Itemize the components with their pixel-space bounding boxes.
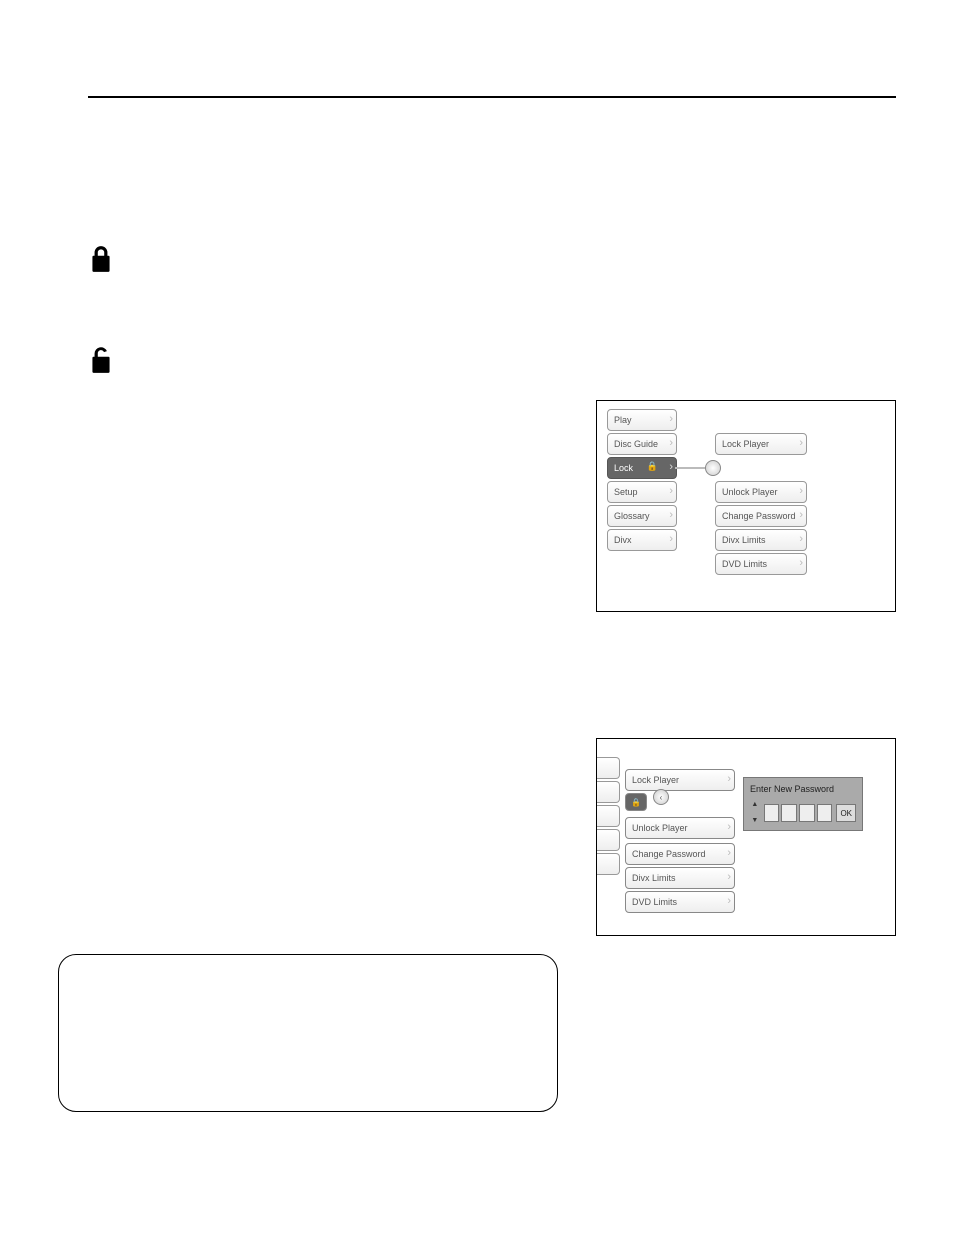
menu-item-label: Disc Guide	[614, 439, 658, 449]
lock-closed-icon	[88, 244, 114, 279]
lock-closed-icon: 🔒	[647, 461, 658, 472]
submenu-item-divx-limits[interactable]: Divx Limits›	[715, 529, 807, 551]
menu-stub	[597, 781, 620, 803]
menu-item-label: Play	[614, 415, 632, 425]
note-box	[58, 954, 558, 1112]
submenu-item-lock-player[interactable]: Lock Player›	[625, 769, 735, 791]
menu-stub	[597, 757, 620, 779]
submenu-item-label: Unlock Player	[722, 487, 778, 497]
popup-title: Enter New Password	[750, 784, 856, 794]
submenu-item-unlock-player[interactable]: Unlock Player›	[715, 481, 807, 503]
menu-item-divx[interactable]: Divx›	[607, 529, 677, 551]
submenu-item-label: Lock Player	[632, 775, 679, 785]
lock-menu-screenshot: Play› Disc Guide› Lock🔒› Setup› Glossary…	[596, 400, 896, 612]
submenu-item-label: DVD Limits	[632, 897, 677, 907]
menu-stub	[597, 829, 620, 851]
password-digit-input[interactable]	[764, 804, 780, 822]
submenu-item-lock-player[interactable]: Lock Player›	[715, 433, 807, 455]
menu-stub	[597, 853, 620, 875]
menu-connector-node	[705, 460, 721, 476]
submenu-item-unlock-player[interactable]: Unlock Player›	[625, 817, 735, 839]
chevron-up-icon: ▲	[750, 802, 760, 808]
menu-item-label: Lock	[614, 463, 633, 473]
horizontal-rule	[88, 96, 896, 98]
password-digit-input[interactable]	[799, 804, 815, 822]
submenu-item-label: Divx Limits	[722, 535, 766, 545]
menu-item-lock[interactable]: Lock🔒›	[607, 457, 677, 479]
menu-item-label: Setup	[614, 487, 638, 497]
submenu-item-divx-limits[interactable]: Divx Limits›	[625, 867, 735, 889]
submenu-item-change-password[interactable]: Change Password›	[715, 505, 807, 527]
menu-connector-line	[675, 467, 705, 469]
password-spinner[interactable]: ▲▼	[750, 802, 760, 824]
menu-item-label: Glossary	[614, 511, 650, 521]
submenu-item-label: Unlock Player	[632, 823, 688, 833]
chevron-down-icon: ▼	[750, 818, 760, 824]
menu-item-play[interactable]: Play›	[607, 409, 677, 431]
submenu-item-label: Change Password	[632, 849, 706, 859]
lock-closed-icon: 🔒	[625, 793, 647, 811]
password-digit-input[interactable]	[781, 804, 797, 822]
password-digit-input[interactable]	[817, 804, 833, 822]
submenu-item-dvd-limits[interactable]: DVD Limits›	[715, 553, 807, 575]
menu-item-disc-guide[interactable]: Disc Guide›	[607, 433, 677, 455]
submenu-item-label: Divx Limits	[632, 873, 676, 883]
submenu-item-label: DVD Limits	[722, 559, 767, 569]
ok-button[interactable]: OK	[836, 804, 856, 822]
menu-item-label: Divx	[614, 535, 632, 545]
submenu-item-label: Lock Player	[722, 439, 769, 449]
submenu-item-label: Change Password	[722, 511, 796, 521]
page: Play› Disc Guide› Lock🔒› Setup› Glossary…	[0, 0, 954, 1235]
submenu-item-dvd-limits[interactable]: DVD Limits›	[625, 891, 735, 913]
enter-new-password-popup: Enter New Password ▲▼ OK	[743, 777, 863, 831]
enter-password-screenshot: Lock Player› 🔒 ‹ Unlock Player› Change P…	[596, 738, 896, 936]
ok-button-label: OK	[840, 809, 852, 818]
menu-stub	[597, 805, 620, 827]
menu-item-setup[interactable]: Setup›	[607, 481, 677, 503]
menu-connector-node: ‹	[653, 789, 669, 805]
menu-item-glossary[interactable]: Glossary›	[607, 505, 677, 527]
lock-open-icon	[88, 345, 114, 380]
submenu-item-change-password[interactable]: Change Password›	[625, 843, 735, 865]
